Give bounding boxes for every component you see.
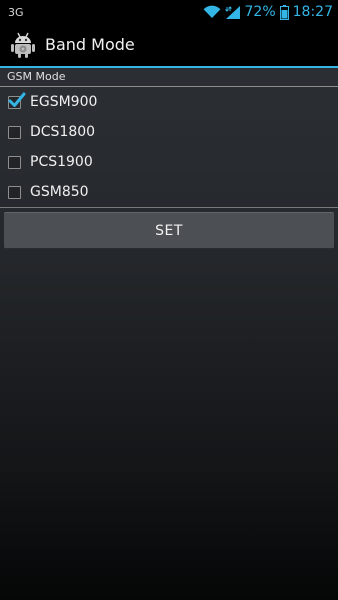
set-button[interactable]: SET bbox=[4, 212, 334, 249]
section-header: GSM Mode bbox=[0, 68, 338, 87]
status-bar: 3G 72% 18:27 bbox=[0, 0, 338, 24]
network-type: 3G bbox=[8, 6, 24, 19]
band-label: DCS1800 bbox=[30, 124, 96, 140]
clock: 18:27 bbox=[292, 4, 333, 20]
signal-icon bbox=[224, 5, 241, 20]
band-label: EGSM900 bbox=[30, 94, 98, 110]
checkbox-pcs1900[interactable] bbox=[8, 156, 21, 169]
section-label: GSM Mode bbox=[7, 70, 66, 83]
band-item-dcs1800[interactable]: DCS1800 bbox=[0, 117, 338, 147]
band-label: GSM850 bbox=[30, 184, 89, 200]
checkbox-egsm900[interactable] bbox=[8, 92, 26, 109]
battery-percent: 72% bbox=[244, 4, 276, 20]
band-item-gsm850[interactable]: GSM850 bbox=[0, 177, 338, 207]
band-item-pcs1900[interactable]: PCS1900 bbox=[0, 147, 338, 177]
android-robot-icon[interactable] bbox=[10, 31, 36, 58]
band-label: PCS1900 bbox=[30, 154, 93, 170]
checkbox-gsm850[interactable] bbox=[8, 186, 21, 199]
band-item-egsm900[interactable]: EGSM900 bbox=[0, 87, 338, 117]
battery-icon bbox=[279, 4, 289, 20]
checkbox-dcs1800[interactable] bbox=[8, 126, 21, 139]
list-divider bbox=[0, 207, 338, 208]
action-bar: Band Mode bbox=[0, 24, 338, 68]
check-mark-icon bbox=[8, 92, 26, 109]
set-button-label: SET bbox=[155, 222, 183, 239]
band-list: EGSM900 DCS1800 PCS1900 GSM850 bbox=[0, 87, 338, 207]
wifi-icon bbox=[203, 5, 221, 19]
status-indicators: 72% 18:27 bbox=[203, 2, 333, 22]
app-title: Band Mode bbox=[45, 35, 135, 54]
